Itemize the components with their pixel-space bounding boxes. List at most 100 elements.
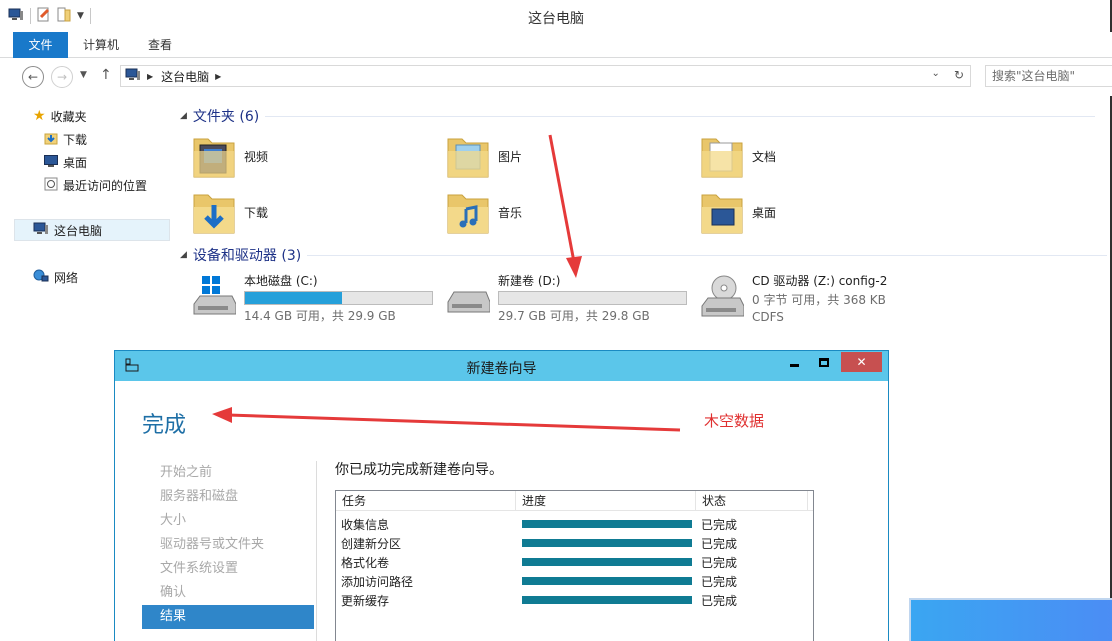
arrow-left-icon: ← [27,70,39,84]
desktop-folder-icon [700,187,744,238]
column-header-status[interactable]: 状态 [696,491,808,511]
folder-label: 视频 [244,150,269,164]
table-row: 更新缓存 已完成 [336,590,813,609]
sidebar-item-favorites[interactable]: ★ 收藏夹 [33,105,87,127]
arrow-to-new-volume [548,134,576,263]
sidebar-item-downloads[interactable]: 下载 [44,128,87,150]
step-results[interactable]: 结果 [142,605,314,629]
wizard-title: 新建卷向导 [466,361,537,377]
column-header-task[interactable]: 任务 [336,491,516,511]
sidebar-item-label: 下载 [63,132,88,147]
sidebar-item-desktop[interactable]: 桌面 [44,151,87,173]
sidebar-item-label: 收藏夹 [50,109,87,124]
drive-name: 新建卷 (D:) [498,274,561,288]
folder-desktop[interactable]: 桌面 [700,187,776,238]
folder-pictures[interactable]: 图片 [446,131,522,182]
sidebar-item-network[interactable]: 网络 [33,266,78,288]
folder-label: 下载 [244,206,269,220]
computer-icon [125,68,141,85]
task-name: 收集信息 [341,518,390,532]
breadcrumb-arrow-icon[interactable]: ▶ [147,72,153,81]
recent-locations-dropdown[interactable]: ▼ [80,70,87,80]
wizard-divider [316,461,317,641]
task-name: 格式化卷 [341,556,390,570]
devices-group-title: 设备和驱动器 (3) [192,248,302,264]
drive-usage-fill [245,292,343,304]
maximize-icon [818,357,829,367]
folders-group-title: 文件夹 (6) [192,109,260,125]
up-button[interactable]: ↑ [100,67,112,83]
drive-z[interactable]: CD 驱动器 (Z:) config-2 0 字节 可用，共 368 KB CD… [700,272,887,327]
pictures-folder-icon [446,131,490,182]
folder-documents[interactable]: 文档 [700,131,776,182]
task-name: 更新缓存 [341,594,390,608]
group-divider [307,254,1108,256]
folder-videos[interactable]: 视频 [192,131,268,182]
maximize-button[interactable] [810,352,837,372]
collapse-triangle-icon[interactable]: ◢ [180,250,187,260]
step-server-and-disk[interactable]: 服务器和磁盘 [142,485,314,509]
drive-capacity: 14.4 GB 可用，共 29.9 GB [244,309,396,323]
table-row: 格式化卷 已完成 [336,552,813,571]
column-header-progress[interactable]: 进度 [516,491,696,511]
collapse-triangle-icon[interactable]: ◢ [180,111,187,121]
minimize-button[interactable] [781,352,808,372]
new-volume-wizard: 新建卷向导 ✕ 完成 木空数据 开始之前 服务器和磁盘 大小 驱动器号或文件夹 … [114,350,889,641]
sidebar-item-label: 网络 [54,270,79,285]
breadcrumb[interactable]: 这台电脑 [161,68,209,85]
drive-d[interactable]: 新建卷 (D:) 29.7 GB 可用，共 29.8 GB [446,272,687,324]
task-progress-bar [522,539,692,547]
folder-downloads[interactable]: 下载 [192,187,268,238]
folder-label: 音乐 [498,206,523,220]
drive-c[interactable]: 本地磁盘 (C:) 14.4 GB 可用，共 29.9 GB [192,272,433,324]
wizard-heading: 完成 [142,413,187,438]
step-file-system[interactable]: 文件系统设置 [142,557,314,581]
search-input[interactable]: 搜索"这台电脑" [985,65,1112,87]
drive-capacity: 0 字节 可用，共 368 KB [752,293,886,307]
minimize-icon [790,363,799,367]
close-button[interactable]: ✕ [841,352,882,372]
folders-group-header[interactable]: ◢ 文件夹 (6) [180,106,1096,126]
step-before-you-begin[interactable]: 开始之前 [142,461,314,485]
sidebar-item-label: 桌面 [63,155,88,170]
step-size[interactable]: 大小 [142,509,314,533]
refresh-icon[interactable]: ↻ [954,68,964,82]
recent-places-icon [44,177,58,194]
documents-folder-icon [700,131,744,182]
devices-group-header[interactable]: ◢ 设备和驱动器 (3) [180,245,1108,265]
back-button[interactable]: ← [22,66,44,88]
cd-drive-icon [700,272,745,327]
sidebar-item-recent[interactable]: 最近访问的位置 [44,174,147,196]
folder-music[interactable]: 音乐 [446,187,522,238]
tab-computer[interactable]: 计算机 [78,32,124,58]
task-status: 已完成 [701,575,738,589]
wizard-message: 你已成功完成新建卷向导。 [335,462,503,478]
task-status: 已完成 [701,518,738,532]
address-box[interactable]: ▶ 这台电脑 ▶ ⌄ ↻ [120,65,971,87]
table-row: 创建新分区 已完成 [336,533,813,552]
chevron-down-icon[interactable]: ⌄ [932,68,940,82]
drive-usage-bar [498,291,687,305]
step-confirm[interactable]: 确认 [142,581,314,605]
download-folder-icon [192,187,236,238]
explorer-titlebar: ▼ 这台电脑 [0,0,1112,32]
sidebar-item-this-pc[interactable]: 这台电脑 [14,219,170,241]
tab-view[interactable]: 查看 [140,32,180,58]
address-bar-row: ← → ▼ ↑ ▶ 这台电脑 ▶ ⌄ ↻ 搜索"这台电脑" [0,58,1112,96]
task-name: 添加访问路径 [341,575,414,589]
task-progress-bar [522,596,692,604]
system-drive-icon [192,272,237,324]
breadcrumb-arrow-icon[interactable]: ▶ [215,72,221,81]
hard-drive-icon [446,272,491,324]
task-status: 已完成 [701,594,738,608]
drive-usage-bar [244,291,433,305]
network-icon [33,269,49,286]
background-window[interactable] [909,598,1112,641]
annotation-text: 木空数据 [704,412,765,430]
tab-file[interactable]: 文件 [13,32,68,58]
drive-filesystem: CDFS [752,310,784,324]
forward-button[interactable]: → [51,66,73,88]
step-drive-letter[interactable]: 驱动器号或文件夹 [142,533,314,557]
table-row: 添加访问路径 已完成 [336,571,813,590]
navigation-pane: ★ 收藏夹 下载 桌面 最近访问的位置 这台电脑 网络 [0,96,176,356]
